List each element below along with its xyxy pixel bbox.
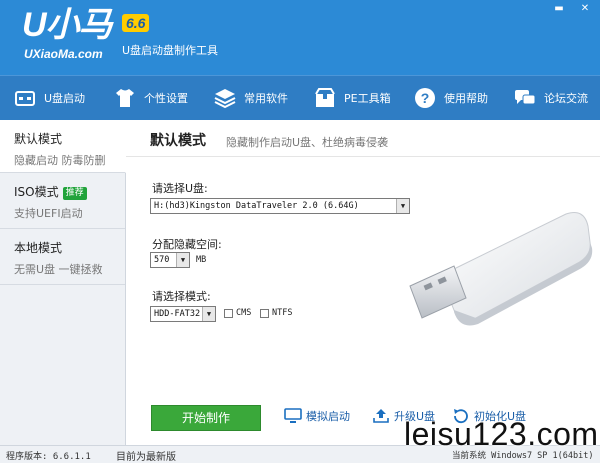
sidebar-item-iso-mode[interactable]: ISO模式 推荐 支持UEFI启动 [0,173,125,229]
toolbar-item-help[interactable]: ? 使用帮助 [400,76,500,121]
app-subtitle: U盘启动盘制作工具 [122,44,219,57]
sidebar-item-title: ISO模式 推荐 [14,183,125,200]
toolbar-label: U盘启动 [44,92,86,105]
toolbar-label: 论坛交流 [544,92,588,105]
usb-drive-icon [12,85,38,111]
mode-select[interactable]: HDD-FAT32 ▼ [150,306,216,322]
start-make-button[interactable]: 开始制作 [151,405,261,431]
page-description: 隐藏制作启动U盘、杜绝病毒侵袭 [226,136,389,149]
svg-text:?: ? [421,90,430,106]
close-button[interactable]: ✕ [578,2,592,16]
toolbar-label: 常用软件 [244,92,288,105]
window-controls: ▬ ✕ [552,2,592,16]
cms-label: CMS [236,308,252,318]
sidebar-item-title-text: ISO模式 [14,185,59,199]
toolbar-item-pe-tools[interactable]: PE工具箱 [300,76,400,121]
logo-url: UXiaoMa.com [24,47,103,61]
sidebar-item-default-mode[interactable]: 默认模式 隐藏启动 防毒防删 [0,120,126,173]
hidden-space-label: 分配隐藏空间: [152,238,222,251]
toolbar-item-software[interactable]: 常用软件 [200,76,300,121]
watermark-text: leisu123.com [404,416,599,452]
checkbox-box [260,308,269,318]
toolbar-item-forum[interactable]: 论坛交流 [500,76,600,121]
sidebar-item-subtitle: 无需U盘 一键拯救 [14,263,103,276]
ntfs-label: NTFS [272,308,293,318]
disk-select[interactable]: H:(hd3)Kingston DataTraveler 2.0 (6.64G)… [150,198,410,214]
version-badge: 6.6 [122,14,150,32]
usb-drive-illustration [409,212,593,326]
toolbar-label: PE工具箱 [344,92,391,105]
sidebar-item-title: 本地模式 [14,241,63,255]
simulate-boot-button[interactable]: 模拟启动 [284,408,350,424]
mode-label: 请选择模式: [152,290,211,303]
toolbar-item-usb-boot[interactable]: U盘启动 [0,76,100,121]
box-icon [312,85,338,111]
simulate-boot-label: 模拟启动 [306,410,350,423]
layers-icon [212,85,238,111]
toolbar-item-personalize[interactable]: 个性设置 [100,76,200,121]
select-disk-label: 请选择U盘: [152,182,208,195]
cms-checkbox[interactable]: CMS [224,308,251,318]
update-status: 目前为最新版 [116,452,176,463]
app-logo: U小马 [22,6,113,44]
toolbar-label: 使用帮助 [444,92,488,105]
sidebar-item-subtitle: 隐藏启动 防毒防删 [14,154,106,167]
tshirt-icon [112,85,138,111]
main-toolbar: U盘启动 个性设置 常用软件 PE工具箱 ? 使用帮助 论坛交流 [0,75,600,120]
page-title: 默认模式 [150,133,206,149]
sidebar-item-local-mode[interactable]: 本地模式 无需U盘 一键拯救 [0,229,125,285]
program-version: 程序版本: 6.6.1.1 [6,452,91,462]
app-header: U小马 6.6 UXiaoMa.com U盘启动盘制作工具 ▬ ✕ [0,0,600,75]
hidden-space-select[interactable]: 570 ▼ [150,252,190,268]
main-panel: 默认模式 隐藏制作启动U盘、杜绝病毒侵袭 请选择U盘: H:(hd3)Kings… [126,120,600,445]
chat-icon [512,85,538,111]
sidebar-item-subtitle: 支持UEFI启动 [14,207,83,220]
sidebar-item-title: 默认模式 [14,132,63,146]
chevron-down-icon: ▼ [202,307,215,321]
title-divider [126,156,600,157]
upload-icon [373,409,389,423]
chevron-down-icon: ▼ [176,253,189,267]
mode-select-value: HDD-FAT32 [154,309,201,319]
hidden-space-unit: MB [196,255,207,265]
mode-sidebar: 默认模式 隐藏启动 防毒防删 ISO模式 推荐 支持UEFI启动 本地模式 无需U… [0,120,126,445]
disk-select-value: H:(hd3)Kingston DataTraveler 2.0 (6.64G) [154,201,359,211]
minimize-button[interactable]: ▬ [552,2,566,16]
ntfs-checkbox[interactable]: NTFS [260,308,292,318]
checkbox-box [224,308,233,318]
monitor-icon [284,408,302,423]
recommend-badge: 推荐 [62,187,87,200]
toolbar-label: 个性设置 [144,92,188,105]
hidden-space-value: 570 [154,255,170,265]
question-icon: ? [412,85,438,111]
